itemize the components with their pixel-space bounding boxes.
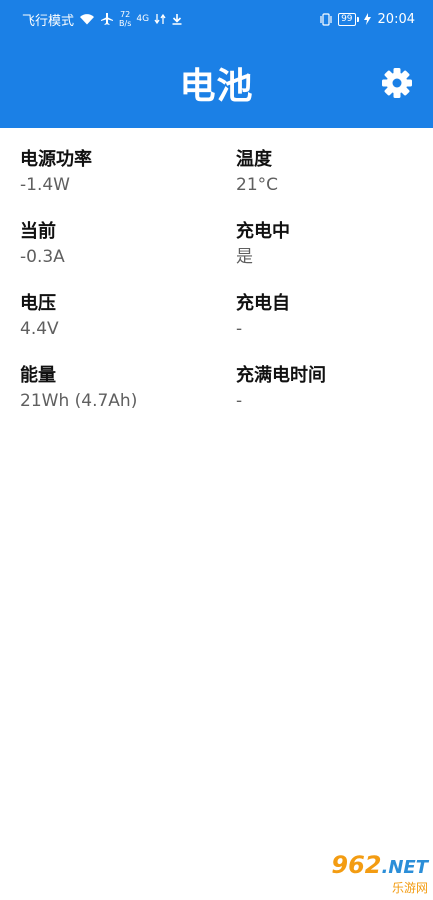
stat-value: -: [236, 319, 243, 339]
airplane-icon: [101, 13, 114, 25]
network-speed-unit: B/s: [119, 19, 132, 28]
stat-label: 充满电时间: [236, 365, 326, 386]
stat-label: 充电自: [236, 293, 290, 314]
watermark-bottom: 乐游网: [391, 880, 428, 895]
wifi-icon: [80, 14, 95, 25]
stat-label: 电源功率: [20, 149, 92, 170]
stats-grid: 电源功率 -1.4W 温度 21°C 当前 -0.3A 充电中 是 电压 4.4…: [0, 128, 433, 436]
stat-time-to-full: 充满电时间 -: [216, 364, 433, 436]
network-speed: 72 B/s: [119, 10, 131, 28]
stat-label: 充电中: [236, 221, 290, 242]
signal-label: 4G: [136, 14, 150, 24]
stat-value: 21Wh (4.7Ah): [20, 391, 138, 411]
stat-value: -0.3A: [20, 247, 65, 267]
status-bar: 飞行模式 72 B/s 4G 99 20:04: [0, 0, 433, 38]
vibrate-icon: [320, 12, 332, 26]
stat-label: 当前: [20, 221, 56, 242]
stat-label: 温度: [236, 149, 272, 170]
stat-value: 4.4V: [20, 319, 59, 339]
stat-label: 电压: [20, 293, 56, 314]
stat-power: 电源功率 -1.4W: [0, 148, 216, 220]
stat-value: 21°C: [236, 175, 279, 195]
stat-current: 当前 -0.3A: [0, 220, 216, 292]
stat-value: -1.4W: [20, 175, 70, 195]
stat-value: -: [236, 391, 243, 411]
stat-label: 能量: [20, 365, 56, 386]
app-bar: 电池: [0, 38, 433, 128]
download-icon: [172, 14, 182, 25]
page-title: 电池: [179, 66, 254, 107]
status-time: 20:04: [377, 11, 415, 27]
stat-temperature: 温度 21°C: [216, 148, 433, 220]
stat-voltage: 电压 4.4V: [0, 292, 216, 364]
status-bar-right: 99 20:04: [319, 12, 415, 27]
charging-bolt-icon: [363, 13, 371, 25]
battery-stats: 电源功率 -1.4W 温度 21°C 当前 -0.3A 充电中 是 电压 4.4…: [0, 128, 433, 436]
airplane-mode-label: 飞行模式: [22, 13, 75, 29]
watermark-suffix: .NET: [381, 856, 428, 878]
data-transfer-icon: [154, 13, 166, 25]
stat-energy: 能量 21Wh (4.7Ah): [0, 364, 216, 436]
stat-value: 是: [236, 247, 253, 267]
stat-charging-since: 充电自 -: [216, 292, 433, 364]
watermark-top: 962.NET: [331, 852, 428, 881]
battery-indicator: 99: [338, 12, 360, 26]
watermark-number: 962: [331, 850, 382, 879]
settings-button[interactable]: [381, 67, 413, 99]
gear-icon: [382, 68, 412, 98]
watermark-logo: 962.NET 乐游网: [296, 852, 428, 895]
status-bar-left: 飞行模式 72 B/s 4G: [22, 10, 183, 29]
stat-charging: 充电中 是: [216, 220, 433, 292]
network-speed-value: 72: [120, 10, 131, 19]
